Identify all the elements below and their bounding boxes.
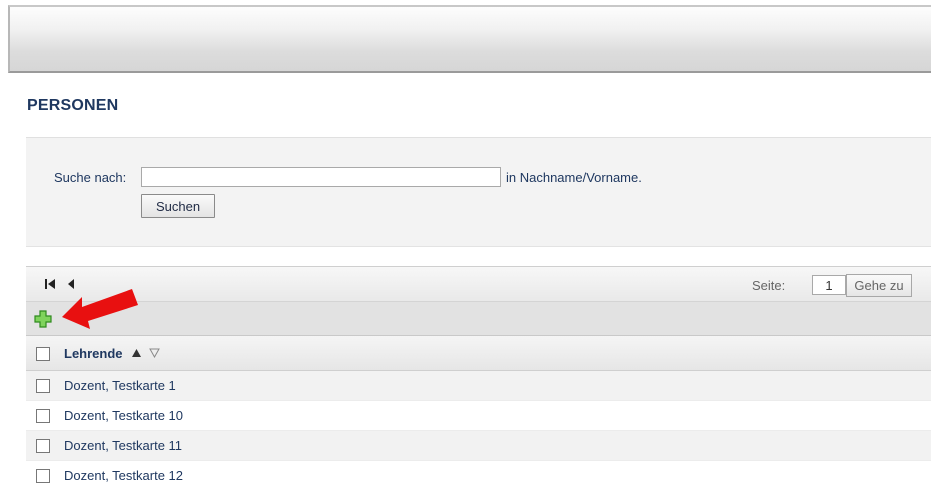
select-all-checkbox[interactable] — [36, 347, 50, 361]
pager-bar: Seite: Gehe zu — [26, 266, 931, 302]
row-checkbox[interactable] — [36, 379, 50, 393]
row-name[interactable]: Dozent, Testkarte 10 — [64, 408, 183, 423]
row-checkbox[interactable] — [36, 439, 50, 453]
page-label: Seite: — [752, 278, 786, 293]
sort-desc-icon[interactable] — [149, 348, 160, 358]
search-button[interactable]: Suchen — [141, 194, 215, 218]
column-header-lehrende[interactable]: Lehrende — [64, 346, 123, 361]
red-arrow-annotation — [62, 289, 138, 329]
table-row[interactable]: Dozent, Testkarte 10 — [26, 401, 931, 431]
goto-page-button[interactable]: Gehe zu — [846, 274, 912, 297]
search-panel: Suche nach: in Nachname/Vorname. Suchen — [26, 137, 931, 247]
table-row[interactable]: Dozent, Testkarte 11 — [26, 431, 931, 461]
row-checkbox[interactable] — [36, 469, 50, 483]
sort-asc-icon[interactable] — [131, 348, 142, 358]
row-checkbox[interactable] — [36, 409, 50, 423]
first-page-icon[interactable] — [44, 278, 56, 290]
action-bar — [26, 302, 931, 336]
row-name[interactable]: Dozent, Testkarte 1 — [64, 378, 176, 393]
search-label: Suche nach: — [54, 170, 127, 185]
table-row[interactable]: Dozent, Testkarte 12 — [26, 461, 931, 488]
page-number-input[interactable] — [812, 275, 846, 295]
search-input[interactable] — [141, 167, 501, 187]
row-name[interactable]: Dozent, Testkarte 11 — [64, 438, 182, 453]
add-icon[interactable] — [34, 310, 52, 328]
search-hint: in Nachname/Vorname. — [506, 170, 642, 185]
table-header: Lehrende — [26, 336, 931, 371]
row-name[interactable]: Dozent, Testkarte 12 — [64, 468, 183, 483]
page-title: PERSONEN — [27, 97, 119, 114]
table-row[interactable]: Dozent, Testkarte 1 — [26, 371, 931, 401]
top-banner — [8, 5, 931, 73]
table-rows: Dozent, Testkarte 1 Dozent, Testkarte 10… — [26, 371, 931, 488]
